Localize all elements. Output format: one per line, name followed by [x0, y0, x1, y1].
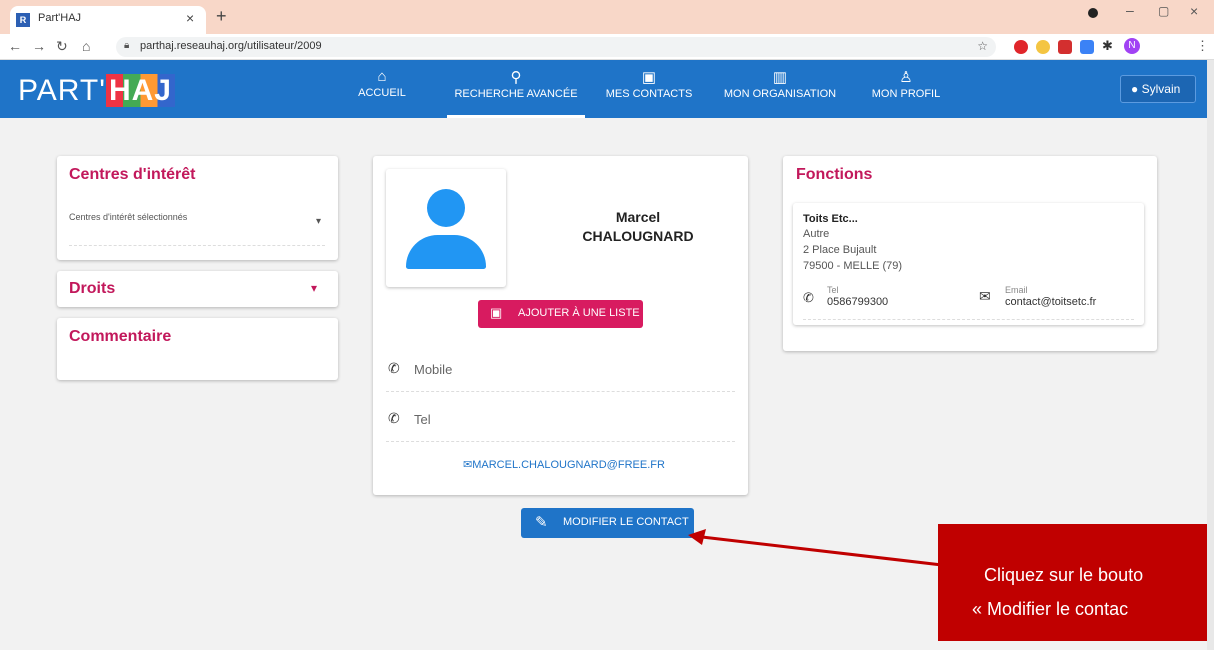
profile-avatar[interactable]: N [1124, 38, 1140, 54]
back-icon[interactable]: ← [8, 38, 22, 54]
tel-field: ✆ Tel [386, 402, 735, 442]
pencil-icon: ✎ [535, 514, 548, 531]
home-icon[interactable]: ⌂ [82, 38, 90, 54]
email-value[interactable]: contact@toitsetc.fr [1005, 296, 1096, 308]
nav-label: MES CONTACTS [605, 88, 693, 100]
close-icon[interactable]: × [186, 10, 194, 26]
phone-icon: ✆ [388, 360, 400, 376]
contact-card: Marcel CHALOUGNARD ▣ AJOUTER À UNE LISTE ✆… [373, 156, 748, 495]
nav-label: MON PROFIL [871, 88, 941, 100]
extension-icon[interactable] [1080, 40, 1094, 54]
comment-title: Commentaire [69, 328, 172, 345]
functions-title: Fonctions [796, 166, 873, 183]
new-tab-icon[interactable]: + [216, 6, 227, 27]
callout-box: Cliquez sur le bouto « Modifier le conta… [938, 524, 1214, 641]
contact-card-icon: ▣ [490, 305, 503, 320]
building-icon: ▥ [772, 69, 788, 86]
callout-line2: « Modifier le contac [972, 599, 1129, 619]
interests-title: Centres d'intérêt [69, 166, 196, 183]
pdf-icon[interactable] [1058, 40, 1072, 54]
mobile-field: ✆ Mobile [386, 352, 735, 392]
user-button[interactable]: ● Sylvain [1120, 75, 1196, 103]
address-bar: ← → ↻ ⌂ 🔒︎ parthaj.reseauhaj.org/utilisa… [0, 34, 1214, 60]
mobile-label: Mobile [414, 362, 453, 377]
tel-label: Tel [827, 285, 839, 295]
avatar [386, 169, 506, 287]
avatar-body [406, 235, 486, 269]
chevron-down-icon: ▾ [311, 281, 318, 295]
contact-card-icon: ▣ [641, 69, 657, 86]
contact-row: ✆ Tel 0586799300 ✉ Email contact@toitset… [803, 282, 1134, 320]
reload-icon[interactable]: ↻ [56, 38, 68, 55]
functions-card: Fonctions Toits Etc... Autre 2 Place Buj… [783, 156, 1157, 351]
nav-organisation[interactable]: ▥ MON ORGANISATION [718, 68, 842, 118]
interests-select[interactable]: Centres d'intérêt sélectionnés ▾ [69, 212, 325, 246]
interests-card: Centres d'intérêt Centres d'intérêt séle… [57, 156, 338, 260]
annotation-arrow [688, 529, 943, 567]
nav-contacts[interactable]: ▣ MES CONTACTS [600, 68, 698, 118]
minimize-icon[interactable]: – [1126, 2, 1134, 18]
account-icon: ● [1131, 82, 1139, 96]
tel-label: Tel [414, 412, 431, 427]
browser-tab[interactable]: R Part'HAJ × [10, 6, 206, 34]
nav-label: MON ORGANISATION [723, 88, 837, 100]
chevron-down-icon: ▾ [315, 216, 321, 227]
nav-profil[interactable]: ♙ MON PROFIL [866, 68, 946, 118]
rights-card[interactable]: Droits ▾ [57, 271, 338, 307]
rights-title: Droits [69, 280, 116, 297]
star-icon[interactable]: ☆ [977, 39, 988, 53]
edit-contact-button[interactable]: ✎ MODIFIER LE CONTACT [521, 508, 694, 538]
avatar-head [427, 189, 465, 227]
interests-placeholder: Centres d'intérêt sélectionnés [69, 212, 188, 222]
logo-haj: HAJ [105, 74, 175, 107]
moon-icon[interactable] [1036, 40, 1050, 54]
address-line2: 79500 - MELLE (79) [803, 260, 903, 272]
edit-contact-label: MODIFIER LE CONTACT [563, 516, 689, 528]
add-to-list-label: AJOUTER À UNE LISTE [518, 307, 640, 319]
last-name: CHALOUGNARD [582, 228, 694, 244]
email-label: Email [1005, 285, 1028, 295]
nav-label: ACCUEIL [358, 87, 406, 99]
lock-icon: 🔒︎ [124, 40, 130, 51]
puzzle-icon[interactable]: ✱ [1102, 38, 1113, 54]
favicon-icon: R [16, 13, 30, 27]
contact-name: Marcel CHALOUGNARD [553, 208, 723, 246]
person-icon: ♙ [899, 69, 913, 86]
phone-icon: ✆ [803, 290, 814, 305]
logo[interactable]: PART' HAJ [18, 74, 175, 108]
org-name: Toits Etc... [803, 213, 858, 225]
opera-icon[interactable] [1014, 40, 1028, 54]
scrollbar[interactable] [1207, 60, 1214, 650]
phone-icon: ✆ [388, 410, 400, 426]
contact-email-link[interactable]: ✉MARCEL.CHALOUGNARD@FREE.FR [463, 458, 665, 471]
address-line1: 2 Place Bujault [803, 244, 877, 256]
comment-card: Commentaire [57, 318, 338, 380]
url-input[interactable]: 🔒︎ parthaj.reseauhaj.org/utilisateur/200… [116, 37, 996, 57]
url-text: parthaj.reseauhaj.org/utilisateur/2009 [140, 40, 322, 52]
function-item: Toits Etc... Autre 2 Place Bujault 79500… [793, 203, 1144, 325]
maximize-icon[interactable]: ▢ [1158, 4, 1169, 18]
contact-email: MARCEL.CHALOUGNARD@FREE.FR [472, 459, 665, 471]
mail-icon: ✉ [463, 459, 473, 471]
menu-icon[interactable]: ⋮ [1196, 38, 1209, 54]
role: Autre [803, 228, 830, 240]
search-icon: ⚲ [510, 69, 522, 86]
logo-part: PART' [18, 74, 106, 107]
nav-recherche[interactable]: ⚲ RECHERCHE AVANCÉE [447, 68, 585, 118]
browser-tab-bar: R Part'HAJ × + – ▢ × [0, 0, 1214, 34]
add-to-list-button[interactable]: ▣ AJOUTER À UNE LISTE [478, 300, 643, 328]
tab-title: Part'HAJ [38, 12, 82, 24]
mail-icon: ✉ [979, 288, 991, 304]
forward-icon[interactable]: → [32, 38, 46, 54]
window-close-icon[interactable]: × [1190, 3, 1198, 19]
nav-label: RECHERCHE AVANCÉE [454, 88, 578, 100]
app-header: PART' HAJ ⌂ ACCUEIL ⚲ RECHERCHE AVANCÉE ▣ ME… [0, 60, 1214, 118]
nav-accueil[interactable]: ⌂ ACCUEIL [352, 68, 412, 118]
home-icon: ⌂ [377, 68, 387, 85]
tel-value: 0586799300 [827, 296, 889, 308]
record-icon[interactable] [1088, 8, 1098, 18]
first-name: Marcel [615, 209, 661, 225]
callout-line1: Cliquez sur le bouto [984, 565, 1144, 585]
user-name: Sylvain [1141, 82, 1181, 96]
